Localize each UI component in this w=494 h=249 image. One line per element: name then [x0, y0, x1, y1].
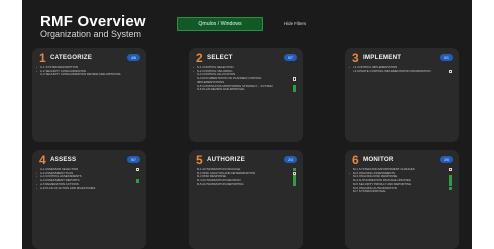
progress-badge: 0/1	[440, 54, 453, 61]
step-number: 6	[352, 153, 359, 167]
page-subtitle: Organization and System	[40, 29, 142, 39]
task-list: M-1 SYSTEM AND ENVIRONMENT CHANGES › M-2 O…	[349, 167, 453, 194]
step-title: CATEGORIZE	[50, 54, 93, 61]
progress-badge: 2/3	[284, 156, 297, 163]
step-card-authorize[interactable]: 5 AUTHORIZE 2/3 R-1 AUTHORIZATION PACKAG…	[189, 150, 303, 249]
task-item[interactable]: R-5 AUTHORIZATION REPORTING	[193, 181, 297, 187]
task-item[interactable]: S-6 PLAN REVIEW AND APPROVAL	[193, 87, 297, 92]
task-list: R-1 AUTHORIZATION PACKAGE R-2 RISK ANALYS…	[193, 167, 297, 187]
hide-filters-link[interactable]: Hide Filters	[284, 21, 306, 26]
step-title: SELECT	[207, 54, 233, 61]
step-number: 4	[39, 153, 46, 167]
rmf-dashboard: RMF Overview Organization and System Qmu…	[22, 0, 472, 249]
page-title: RMF Overview	[40, 13, 146, 30]
chevron-right-icon[interactable]: ›	[36, 186, 37, 191]
task-label: C-3 SECURITY CATEGORIZATION REVIEW AND A…	[40, 72, 122, 77]
task-list: › S-1 CONTROL SELECTION › S-2 CONTROL TAILO…	[193, 65, 297, 92]
os-filter-button[interactable]: Qmulos / Windows	[177, 17, 263, 31]
step-number: 2	[196, 51, 203, 65]
task-label: R-5 AUTHORIZATION REPORTING	[197, 181, 244, 186]
step-title: IMPLEMENT	[363, 54, 402, 61]
progress-badge: 5/7	[284, 54, 297, 61]
task-item[interactable]: M-7 SYSTEM DISPOSAL	[349, 189, 453, 194]
task-list: › C-1 SYSTEM DESCRIPTION › C-2 SECURITY CAT…	[36, 65, 140, 77]
step-title: AUTHORIZE	[207, 156, 245, 163]
step-number: 5	[196, 153, 203, 167]
task-item[interactable]: › A-6 PLAN OF ACTION AND MILESTONES	[36, 185, 140, 191]
task-label: A-6 PLAN OF ACTION AND MILESTONES	[40, 185, 96, 190]
task-label: I-2 UPDATE CONTROL IMPLEMENTATION INFORM…	[353, 68, 431, 73]
task-item[interactable]: I-2 UPDATE CONTROL IMPLEMENTATION INFORM…	[349, 68, 453, 74]
task-label: S-6 PLAN REVIEW AND APPROVAL	[197, 87, 245, 92]
step-card-monitor[interactable]: 6 MONITOR 2/5 M-1 SYSTEM AND ENVIRONMENT…	[345, 150, 459, 249]
status-incomplete-icon	[292, 77, 296, 81]
step-number: 1	[39, 51, 46, 65]
step-card-categorize[interactable]: 1 CATEGORIZE 4/6 › C-1 SYSTEM DESCRIPTION…	[32, 48, 146, 142]
progress-badge: 4/6	[127, 54, 140, 61]
status-incomplete-icon	[448, 69, 452, 74]
step-title: ASSESS	[50, 156, 77, 163]
status-complete-icon	[292, 88, 296, 92]
step-card-assess[interactable]: 4 ASSESS 5/7 A-1 ASSESSOR SELECTION › A-2 …	[32, 150, 146, 249]
step-card-implement[interactable]: 3 IMPLEMENT 0/1 › I-1 CONTROL IMPLEMENTAT…	[345, 48, 459, 142]
progress-badge: 5/7	[127, 156, 140, 163]
task-list: A-1 ASSESSOR SELECTION › A-2 ASSESSMENT PL…	[36, 167, 140, 191]
progress-badge: 2/5	[440, 156, 453, 163]
task-list: › I-1 CONTROL IMPLEMENTATION I-2 UPDATE CO…	[349, 65, 453, 74]
step-card-select[interactable]: 2 SELECT 5/7 › S-1 CONTROL SELECTION › S-2 …	[189, 48, 303, 142]
task-label: M-7 SYSTEM DISPOSAL	[353, 189, 386, 194]
task-item[interactable]: C-3 SECURITY CATEGORIZATION REVIEW AND A…	[36, 73, 140, 77]
step-title: MONITOR	[363, 156, 394, 163]
step-number: 3	[352, 51, 359, 65]
status-complete-icon	[292, 182, 296, 187]
